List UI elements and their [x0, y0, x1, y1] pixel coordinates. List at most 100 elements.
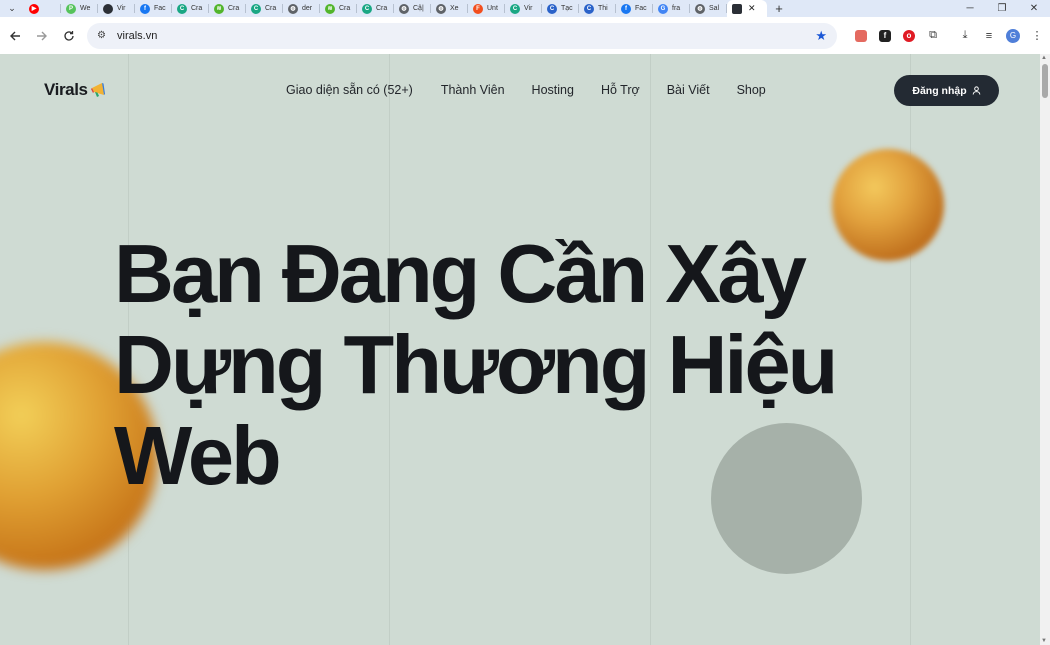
- globe-icon: ◍: [399, 3, 409, 14]
- grid-line: [910, 54, 911, 645]
- leaf-icon: ≋: [214, 3, 224, 14]
- address-bar[interactable]: ⚙ virals.vn ★: [87, 22, 837, 49]
- tab-search-icon[interactable]: ⌄: [0, 0, 24, 17]
- browser-menu-icon[interactable]: ⋮: [1025, 24, 1049, 48]
- font-extension-icon[interactable]: f: [873, 24, 897, 48]
- browser-tab[interactable]: C Cra: [357, 0, 394, 17]
- download-icon[interactable]: ⤓: [953, 24, 977, 48]
- browser-tab[interactable]: C Thi: [579, 0, 616, 17]
- tab-title: der: [302, 5, 313, 12]
- reload-button[interactable]: [56, 23, 81, 48]
- circle-c-icon: C: [547, 3, 557, 14]
- scroll-thumb[interactable]: [1042, 64, 1048, 98]
- nav-item-support[interactable]: Hỗ Trợ: [601, 82, 640, 98]
- tab-title: Cra: [265, 5, 277, 12]
- tab-title: Cra: [228, 5, 240, 12]
- nav-item-shop[interactable]: Shop: [737, 82, 766, 98]
- nav-item-members[interactable]: Thành Viên: [441, 82, 505, 98]
- tab-title: Cậ|: [413, 5, 424, 12]
- login-button[interactable]: Đăng nhập: [894, 75, 999, 106]
- browser-tab[interactable]: C Tạc: [542, 0, 579, 17]
- hero-line-2: Dựng Thương Hiệu: [114, 318, 838, 411]
- forward-button[interactable]: [29, 23, 54, 48]
- facebook-icon: f: [621, 3, 631, 14]
- bookmark-star-icon[interactable]: ★: [815, 28, 827, 44]
- new-tab-button[interactable]: +: [767, 1, 791, 16]
- page-scrollbar[interactable]: ▲ ▼: [1040, 54, 1050, 645]
- restore-button[interactable]: ❐: [986, 0, 1018, 17]
- circle-c-icon: C: [362, 3, 372, 14]
- browser-tab[interactable]: f Fac: [135, 0, 172, 17]
- minimize-button[interactable]: ─: [954, 0, 986, 17]
- browser-tab[interactable]: Gfra: [653, 0, 690, 17]
- browser-tab[interactable]: ◍ Sal: [690, 0, 727, 17]
- youtube-icon: ▶: [29, 3, 39, 14]
- google-icon: G: [658, 3, 668, 14]
- browser-tab[interactable]: P We: [61, 0, 98, 17]
- url-text[interactable]: virals.vn: [117, 30, 157, 42]
- tab-title: Cra: [339, 5, 351, 12]
- browser-toolbar: ⚙ virals.vn ★ f o ⧉ ⤓ ≡ G ⋮: [0, 17, 1050, 54]
- tab-close-icon[interactable]: ✕: [748, 3, 756, 14]
- circle-c-icon: C: [510, 3, 520, 14]
- tab-title: Fac: [154, 5, 166, 12]
- tab-title: Tạc: [561, 5, 573, 12]
- tab-title: We: [80, 5, 91, 12]
- tab-strip: ⌄ ▶ P We Vir f Fac C Cra ≋ Cra C Cra ◍ der ≋ Cra C Cra ◍ Cậ…: [0, 0, 1050, 17]
- circle-c-icon: C: [251, 3, 261, 14]
- tab-title: Cra: [376, 5, 388, 12]
- back-arrow-icon: [9, 31, 20, 40]
- media-control-icon[interactable]: ≡: [977, 24, 1001, 48]
- browser-tab[interactable]: Vir: [98, 0, 135, 17]
- tab-active[interactable]: ✕: [727, 0, 767, 17]
- tab-title: Unt: [487, 5, 498, 12]
- p-app-icon: P: [66, 3, 76, 14]
- close-window-button[interactable]: ✕: [1018, 0, 1050, 17]
- webpage: Virals Giao diện sẵn có (52+) Thành Viên…: [0, 54, 1040, 645]
- browser-tab[interactable]: ◍ der: [283, 0, 320, 17]
- browser-tab[interactable]: ≋ Cra: [209, 0, 246, 17]
- profile-avatar[interactable]: G: [1001, 24, 1025, 48]
- tab-title: Cra: [191, 5, 203, 12]
- scroll-up-icon[interactable]: ▲: [1041, 55, 1047, 61]
- facebook-icon: f: [140, 3, 150, 14]
- extensions-puzzle-icon[interactable]: ⧉: [921, 24, 945, 48]
- nav-item-blog[interactable]: Bài Viết: [667, 82, 710, 98]
- forward-arrow-icon: [36, 31, 47, 40]
- leaf-icon: ≋: [325, 3, 335, 14]
- browser-tab[interactable]: ≋ Cra: [320, 0, 357, 17]
- virals-icon: [732, 3, 742, 14]
- browser-tab[interactable]: f Fac: [616, 0, 653, 17]
- tab-title: Fac: [635, 5, 647, 12]
- opera-extension-icon[interactable]: o: [897, 24, 921, 48]
- megaphone-icon: [90, 83, 105, 97]
- browser-tab[interactable]: C Cra: [246, 0, 283, 17]
- browser-tab[interactable]: ◍ Cậ|: [394, 0, 431, 17]
- main-nav: Giao diện sẵn có (52+) Thành Viên Hostin…: [286, 82, 793, 98]
- screenshot-extension-icon[interactable]: [849, 24, 873, 48]
- back-button[interactable]: [2, 23, 27, 48]
- tab-title: Sal: [709, 5, 720, 12]
- nav-item-themes[interactable]: Giao diện sẵn có (52+): [286, 82, 413, 98]
- tab-title: Vir: [117, 5, 126, 12]
- tab-title: Thi: [598, 5, 608, 12]
- nav-item-hosting[interactable]: Hosting: [532, 82, 574, 98]
- globe-icon: ◍: [288, 3, 298, 14]
- browser-tab[interactable]: C Cra: [172, 0, 209, 17]
- figma-icon: F: [473, 3, 483, 14]
- login-label: Đăng nhập: [912, 84, 967, 97]
- virals-icon: [103, 3, 113, 14]
- site-logo[interactable]: Virals: [44, 80, 109, 100]
- globe-icon: ◍: [436, 3, 446, 14]
- browser-tab[interactable]: ▶: [24, 0, 61, 17]
- site-settings-icon[interactable]: ⚙: [97, 30, 115, 41]
- browser-tab[interactable]: ◍ Xe: [431, 0, 468, 17]
- browser-tab[interactable]: F Unt: [468, 0, 505, 17]
- scroll-down-icon[interactable]: ▼: [1041, 638, 1047, 644]
- tab-title: fra: [672, 5, 681, 12]
- hero-line-1: Bạn Đang Cần Xây: [114, 227, 807, 320]
- browser-tab[interactable]: C Vir: [505, 0, 542, 17]
- globe-icon: ◍: [695, 3, 705, 14]
- tab-title: Vir: [524, 5, 533, 12]
- logo-text: Virals: [44, 80, 88, 99]
